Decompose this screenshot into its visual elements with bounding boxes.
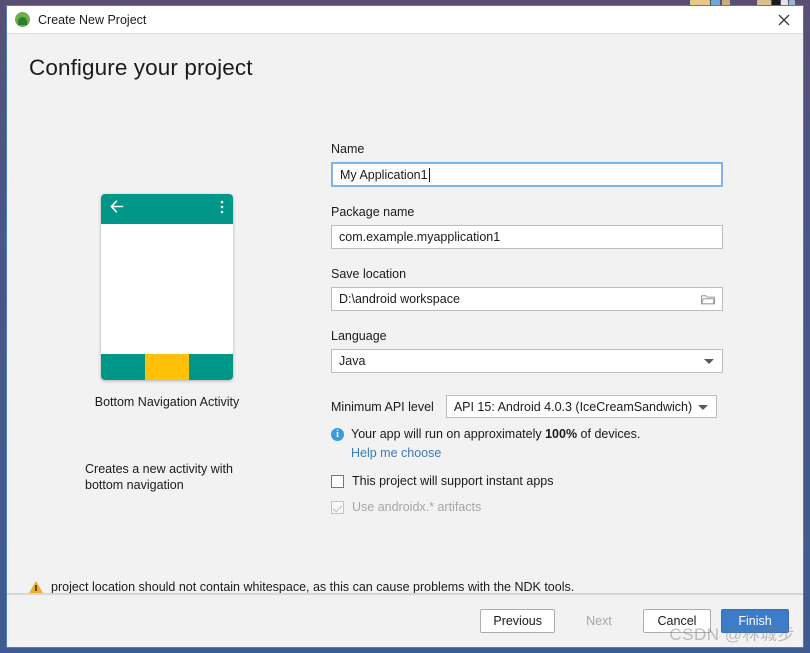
name-field-group: Name My Application1 bbox=[331, 142, 725, 187]
info-icon: i bbox=[331, 427, 344, 441]
text-caret bbox=[428, 167, 430, 182]
save-location-input[interactable]: D:\android workspace bbox=[331, 287, 723, 311]
name-input[interactable]: My Application1 bbox=[331, 162, 723, 187]
overflow-menu-icon bbox=[220, 200, 224, 219]
chevron-down-icon bbox=[697, 404, 708, 410]
preview-content-area bbox=[101, 224, 233, 354]
finish-button[interactable]: Finish bbox=[721, 609, 789, 633]
warning-message: project location should not contain whit… bbox=[29, 580, 574, 594]
language-select[interactable]: Java bbox=[331, 349, 723, 373]
save-location-input-value: D:\android workspace bbox=[339, 292, 460, 306]
instant-apps-checkbox[interactable] bbox=[331, 474, 344, 488]
cancel-button[interactable]: Cancel bbox=[643, 609, 711, 633]
instant-apps-row: This project will support instant apps bbox=[331, 474, 725, 488]
api-coverage-suffix: of devices. bbox=[577, 427, 641, 441]
name-input-value: My Application1 bbox=[340, 167, 428, 182]
preview-nav-item bbox=[101, 354, 145, 380]
language-field-group: Language Java bbox=[331, 329, 725, 373]
preview-bottom-navigation bbox=[101, 354, 233, 380]
api-coverage-prefix: Your app will run on approximately bbox=[351, 427, 546, 441]
api-coverage-percent: 100% bbox=[545, 427, 578, 441]
preview-nav-item bbox=[145, 354, 189, 380]
api-level-row: Minimum API level API 15: Android 4.0.3 … bbox=[331, 395, 725, 418]
api-coverage-text: Your app will run on approximately 100% … bbox=[351, 427, 640, 441]
api-level-label: Minimum API level bbox=[331, 399, 434, 414]
package-input-value: com.example.myapplication1 bbox=[339, 230, 501, 244]
package-field-group: Package name com.example.myapplication1 bbox=[331, 205, 725, 249]
chevron-down-icon bbox=[704, 359, 714, 364]
warning-text: project location should not contain whit… bbox=[51, 580, 575, 594]
project-form: Name My Application1 Package name com.ex… bbox=[331, 142, 725, 514]
save-location-field-group: Save location D:\android workspace bbox=[331, 267, 725, 311]
previous-button[interactable]: Previous bbox=[480, 609, 555, 633]
instant-apps-label: This project will support instant apps bbox=[352, 474, 554, 488]
close-icon[interactable] bbox=[771, 9, 797, 30]
dialog-body: Configure your project Bottom Navigation… bbox=[7, 34, 803, 594]
dialog-titlebar: Create New Project bbox=[7, 6, 803, 34]
dialog-footer: Previous Next Cancel Finish CSDN @林城步 bbox=[7, 594, 803, 647]
name-label: Name bbox=[331, 142, 365, 156]
phone-preview bbox=[101, 194, 233, 380]
page-title: Configure your project bbox=[29, 55, 253, 80]
warning-triangle-icon bbox=[29, 581, 43, 593]
api-level-select[interactable]: API 15: Android 4.0.3 (IceCreamSandwich) bbox=[445, 395, 717, 418]
help-me-choose-link[interactable]: Help me choose bbox=[351, 446, 441, 460]
androidx-row: Use androidx.* artifacts bbox=[331, 500, 725, 514]
window-title: Create New Project bbox=[38, 12, 147, 27]
preview-appbar bbox=[101, 194, 233, 224]
back-arrow-icon bbox=[110, 200, 125, 218]
create-new-project-dialog: Create New Project Configure your projec… bbox=[6, 5, 804, 648]
language-select-value: Java bbox=[339, 354, 366, 368]
android-icon bbox=[15, 12, 30, 27]
package-input[interactable]: com.example.myapplication1 bbox=[331, 225, 723, 249]
save-location-label: Save location bbox=[331, 267, 407, 281]
androidx-checkbox bbox=[331, 500, 344, 514]
next-button: Next bbox=[565, 609, 633, 633]
androidx-label: Use androidx.* artifacts bbox=[352, 500, 482, 514]
template-name: Bottom Navigation Activity bbox=[94, 395, 240, 409]
folder-icon[interactable] bbox=[701, 294, 715, 305]
preview-nav-item bbox=[189, 354, 233, 380]
package-label: Package name bbox=[331, 205, 415, 219]
template-preview-panel: Bottom Navigation Activity Creates a new… bbox=[7, 194, 327, 493]
api-level-select-value: API 15: Android 4.0.3 (IceCreamSandwich) bbox=[453, 399, 693, 414]
api-coverage-info: i Your app will run on approximately 100… bbox=[331, 427, 725, 441]
template-description: Creates a new activity with bottom navig… bbox=[85, 462, 233, 492]
language-label: Language bbox=[331, 329, 387, 343]
